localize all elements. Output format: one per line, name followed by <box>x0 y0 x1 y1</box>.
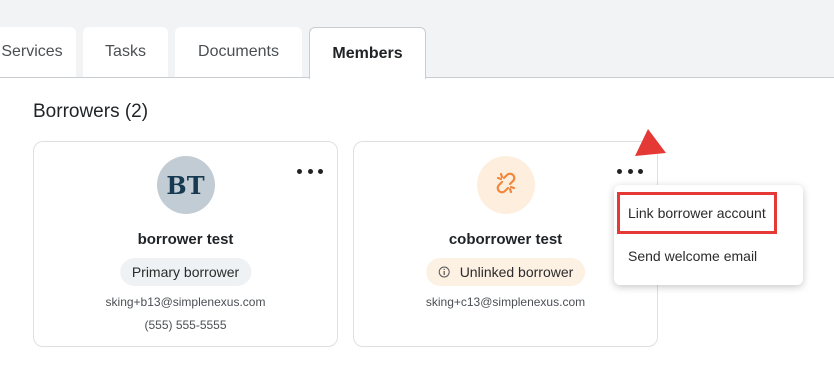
tab-label: Documents <box>198 43 279 60</box>
dot-icon <box>318 168 323 174</box>
tab-label: Tasks <box>105 43 146 60</box>
tab-documents[interactable]: Documents <box>175 27 302 77</box>
dot-icon <box>307 168 313 174</box>
tab-label: Members <box>332 44 403 62</box>
borrower-card: BT borrower test Primary borrower sking+… <box>33 141 338 347</box>
dot-icon <box>617 168 622 174</box>
badge-label: Primary borrower <box>131 264 240 280</box>
borrower-name: coborrower test <box>448 231 563 248</box>
tab-services[interactable]: Services <box>0 27 76 77</box>
dot-icon <box>297 168 302 174</box>
borrower-name: borrower test <box>137 231 234 248</box>
borrower-phone: (555) 555-5555 <box>144 318 227 332</box>
pointer-arrow-icon <box>630 126 670 167</box>
info-icon <box>438 266 450 278</box>
menu-item-send-welcome-email[interactable]: Send welcome email <box>628 248 757 264</box>
tab-members[interactable]: Members <box>309 27 426 79</box>
tab-label: Services <box>1 43 63 60</box>
section-title: Borrowers (2) <box>33 101 149 122</box>
tab-bar: Services Tasks Documents Members <box>0 0 834 79</box>
borrower-email: sking+b13@simplenexus.com <box>105 295 266 309</box>
status-badge: Unlinked borrower <box>425 258 586 286</box>
unlinked-chain-icon <box>492 169 520 202</box>
status-badge: Primary borrower <box>119 258 252 286</box>
menu-item-link-borrower-account[interactable]: Link borrower account <box>628 205 766 221</box>
avatar: BT <box>156 156 215 214</box>
badge-label: Unlinked borrower <box>459 264 574 280</box>
options-menu: Link borrower account Send welcome email <box>614 185 803 285</box>
borrower-email: sking+c13@simplenexus.com <box>425 295 586 309</box>
avatar <box>476 156 535 214</box>
more-options-button[interactable] <box>297 164 323 178</box>
dot-icon <box>638 168 643 174</box>
tab-tasks[interactable]: Tasks <box>83 27 168 77</box>
coborrower-card: coborrower test Unlinked borrower sking+… <box>353 141 658 347</box>
dot-icon <box>627 168 633 174</box>
